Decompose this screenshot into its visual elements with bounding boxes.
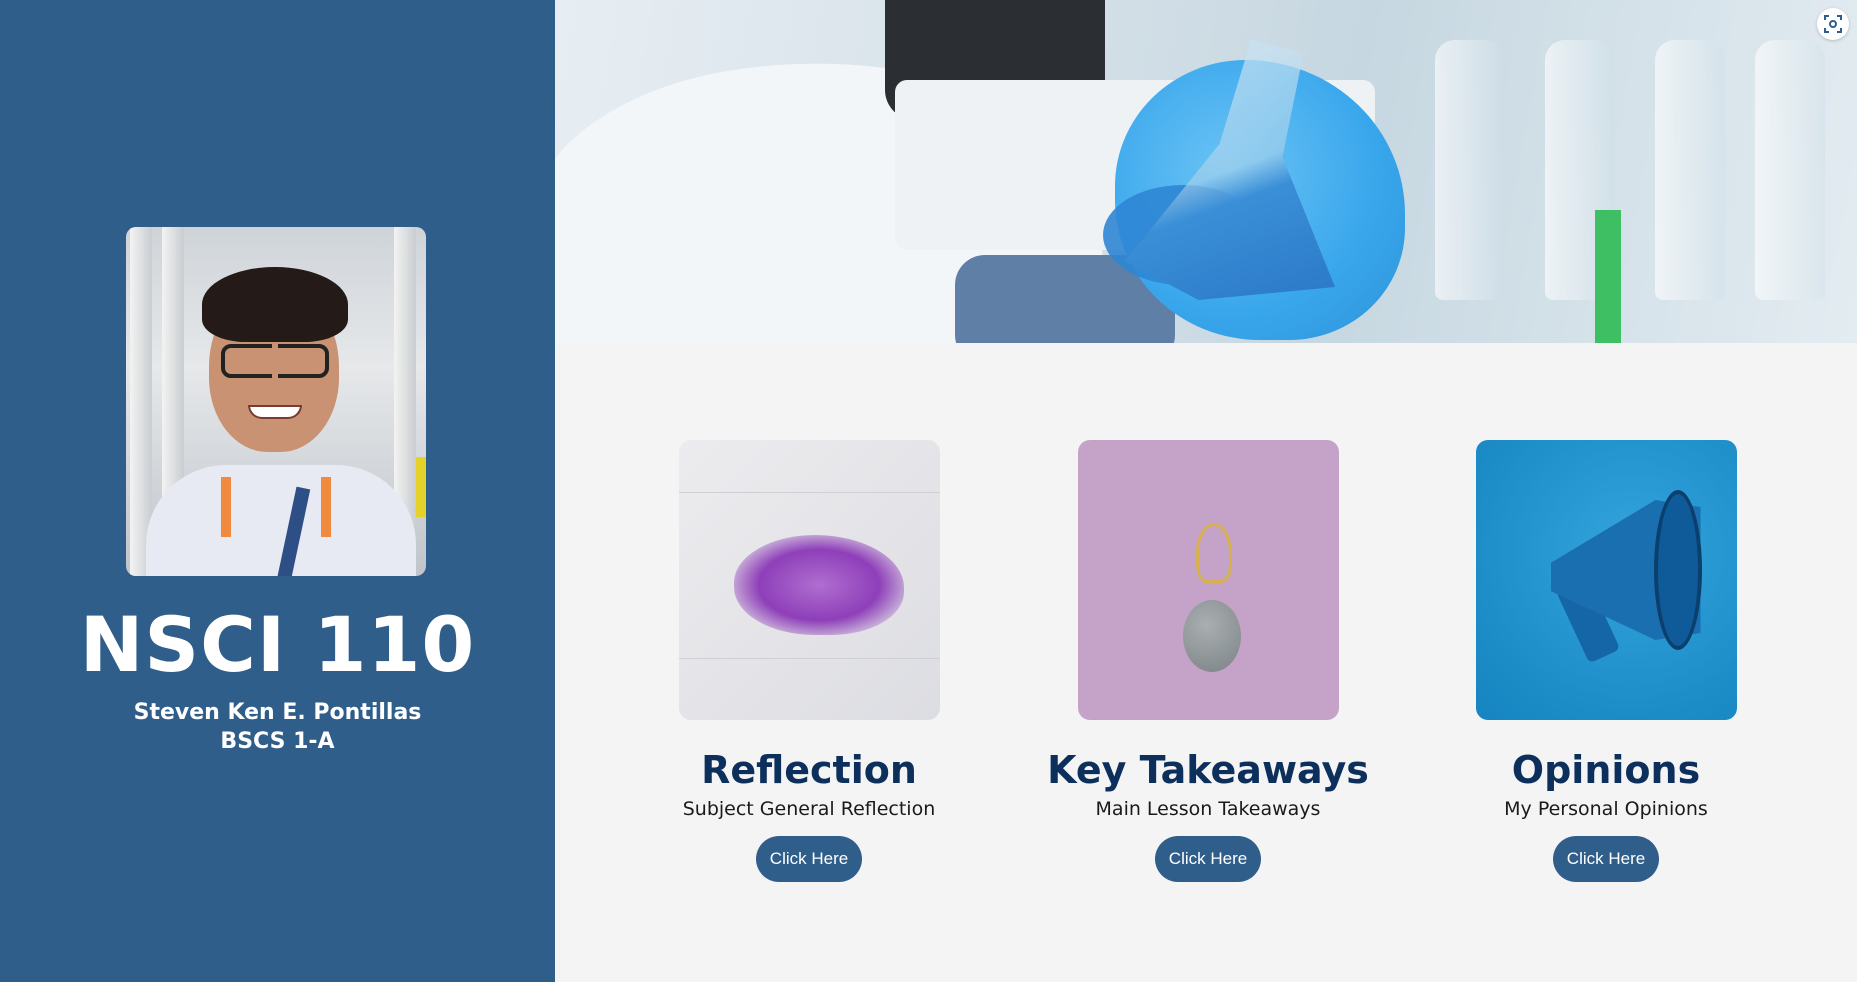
card-subtitle: Subject General Reflection [682, 798, 936, 820]
reflection-image [678, 440, 940, 720]
glass-bottle [1655, 40, 1725, 300]
card-subtitle: My Personal Opinions [1504, 798, 1708, 820]
brain-model [1182, 600, 1241, 672]
profile-sidebar: NSCI 110 Steven Ken E. Pontillas BSCS 1-… [0, 0, 555, 982]
student-section: BSCS 1-A [220, 729, 335, 754]
portrait-background-detail [416, 457, 426, 517]
image-line [678, 492, 940, 493]
portrait-collar [221, 477, 331, 537]
brain-illustration [733, 535, 904, 635]
portrait-smile [248, 405, 302, 419]
glass-bottle [1755, 40, 1825, 300]
hero-banner-image [555, 0, 1857, 343]
scan-icon[interactable] [1817, 8, 1849, 40]
green-test-tube [1595, 210, 1621, 343]
key-takeaways-click-button[interactable]: Click Here [1154, 836, 1262, 882]
glass-bottle [1435, 40, 1505, 300]
portrait-glasses [221, 344, 329, 378]
card-key-takeaways: Key Takeaways Main Lesson Takeaways Clic… [1018, 440, 1398, 882]
opinions-click-button[interactable]: Click Here [1552, 836, 1660, 882]
student-portrait [126, 227, 426, 576]
megaphone-bell [1653, 490, 1702, 650]
card-reflection: Reflection Subject General Reflection Cl… [619, 440, 999, 882]
course-title: NSCI 110 [79, 600, 476, 689]
image-line [678, 658, 940, 659]
card-title: Opinions [1511, 748, 1701, 792]
card-title: Key Takeaways [1047, 748, 1369, 792]
student-name: Steven Ken E. Pontillas [133, 700, 422, 725]
card-subtitle: Main Lesson Takeaways [1095, 798, 1321, 820]
card-opinions: Opinions My Personal Opinions Click Here [1416, 440, 1796, 882]
scan-icon-glyph [1824, 15, 1842, 33]
portrait-hair [202, 267, 348, 342]
opinions-image [1475, 440, 1737, 720]
card-title: Reflection [701, 748, 917, 792]
lightbulb-icon [1195, 523, 1232, 583]
key-takeaways-image [1077, 440, 1339, 720]
reflection-click-button[interactable]: Click Here [755, 836, 863, 882]
